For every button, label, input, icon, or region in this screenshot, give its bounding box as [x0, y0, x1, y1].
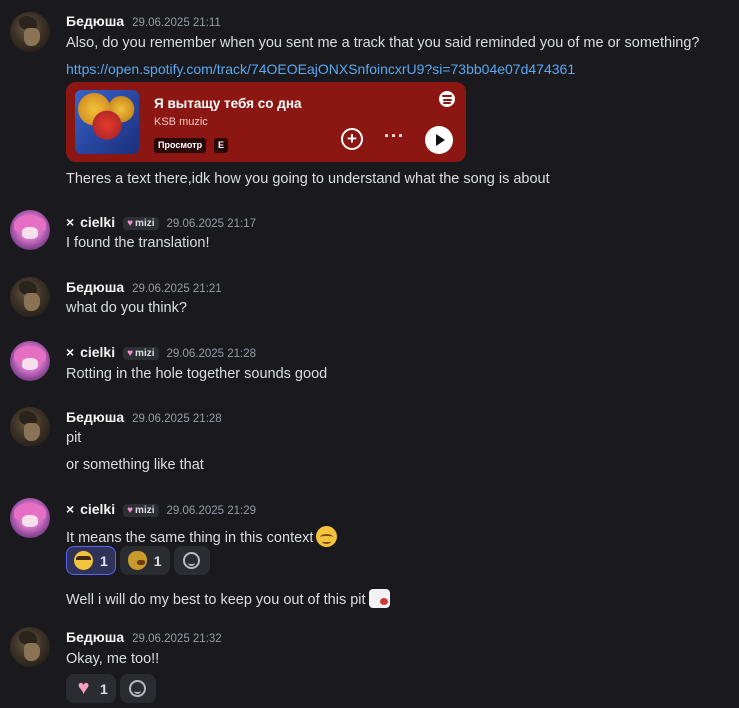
user-tag-label: mizi [135, 218, 155, 229]
reaction-bar: 1 1 [66, 546, 210, 575]
heart-icon: ♥ [127, 505, 134, 516]
message-timestamp[interactable]: 29.06.2025 21:29 [167, 505, 257, 517]
message-text: It means the same thing in this context [66, 530, 314, 546]
message-text-wrapper: Well i will do my best to keep you out o… [66, 585, 390, 608]
user-tag-label: mizi [135, 505, 155, 516]
username-prefix: × [66, 214, 75, 230]
preview-badge: Просмотр [154, 138, 207, 153]
username[interactable]: Бедюша [66, 409, 124, 425]
message-timestamp[interactable]: 29.06.2025 21:21 [132, 283, 222, 295]
heart-icon: ♥ [127, 348, 134, 359]
heart-icon: ♥ [127, 218, 134, 229]
user-avatar[interactable] [10, 277, 50, 317]
user-avatar[interactable] [10, 498, 50, 538]
user-tag-label: mizi [135, 348, 155, 359]
message-text: Theres a text there,idk how you going to… [66, 171, 550, 187]
reaction-count: 1 [100, 552, 108, 569]
message-text: what do you think? [66, 300, 187, 316]
message-text: I found the translation! [66, 235, 210, 251]
message-text: Okay, me too!! [66, 651, 160, 667]
message-text: Also, do you remember when you sent me a… [66, 35, 700, 51]
track-artist[interactable]: KSB muzic [154, 116, 208, 128]
message-text-wrapper: It means the same thing in this context [66, 521, 338, 547]
message-timestamp[interactable]: 29.06.2025 21:17 [167, 218, 257, 230]
reaction-count: 1 [153, 552, 162, 569]
duck-icon [127, 551, 147, 570]
add-reaction-icon [129, 680, 147, 697]
user-avatar[interactable] [10, 210, 50, 250]
username-wrapper[interactable]: × cielki [66, 501, 115, 517]
username[interactable]: Бедюша [66, 13, 124, 29]
nerd-face-icon [74, 551, 93, 570]
message-timestamp[interactable]: 29.06.2025 21:28 [132, 413, 222, 425]
sticker-emoji-icon [368, 589, 390, 608]
reaction-count: 1 [100, 680, 108, 697]
user-tag[interactable]: ♥ mizi [123, 504, 159, 517]
album-cover[interactable] [75, 90, 139, 154]
track-title[interactable]: Я вытащу тебя со дна [154, 96, 302, 111]
message-timestamp[interactable]: 29.06.2025 21:32 [132, 633, 222, 645]
message-text: Well i will do my best to keep you out o… [66, 592, 366, 608]
add-reaction-button[interactable] [119, 674, 156, 703]
username[interactable]: cielki [80, 501, 115, 517]
user-avatar[interactable] [10, 407, 50, 447]
reaction-duck[interactable]: 1 [119, 546, 170, 575]
username[interactable]: cielki [80, 344, 115, 360]
message-text: pit [66, 430, 82, 446]
spotify-link[interactable]: https://open.spotify.com/track/74OEOEajO… [66, 61, 575, 77]
message-timestamp[interactable]: 29.06.2025 21:11 [132, 17, 221, 29]
relieved-face-icon [316, 526, 338, 547]
user-avatar[interactable] [10, 12, 50, 52]
reaction-bar: ♥ 1 [66, 674, 156, 703]
reaction-pink-heart[interactable]: ♥ 1 [66, 674, 116, 703]
username[interactable]: cielki [80, 214, 115, 230]
message-text: or something like that [66, 457, 204, 473]
more-options-icon[interactable]: ··· [384, 126, 405, 147]
user-tag[interactable]: ♥ mizi [123, 347, 159, 360]
spotify-logo-icon[interactable] [439, 91, 455, 107]
message-timestamp[interactable]: 29.06.2025 21:28 [167, 348, 257, 360]
add-reaction-button[interactable] [173, 546, 210, 575]
explicit-badge: E [214, 138, 229, 153]
spotify-embed[interactable]: Я вытащу тебя со дна KSB muzic Просмотр … [66, 82, 466, 162]
username[interactable]: Бедюша [66, 279, 124, 295]
username-prefix: × [66, 344, 75, 360]
username[interactable]: Бедюша [66, 629, 124, 645]
user-tag[interactable]: ♥ mizi [123, 217, 159, 230]
username-prefix: × [66, 501, 75, 517]
add-to-library-icon[interactable]: + [341, 128, 363, 150]
pink-heart-icon: ♥ [77, 677, 90, 699]
play-icon[interactable] [425, 126, 453, 154]
username-wrapper[interactable]: × cielki [66, 214, 115, 230]
username-wrapper[interactable]: × cielki [66, 344, 115, 360]
user-avatar[interactable] [10, 341, 50, 381]
add-reaction-icon [183, 552, 201, 569]
user-avatar[interactable] [10, 627, 50, 667]
reaction-nerd-face[interactable]: 1 [66, 546, 116, 575]
message-text: Rotting in the hole together sounds good [66, 366, 328, 382]
